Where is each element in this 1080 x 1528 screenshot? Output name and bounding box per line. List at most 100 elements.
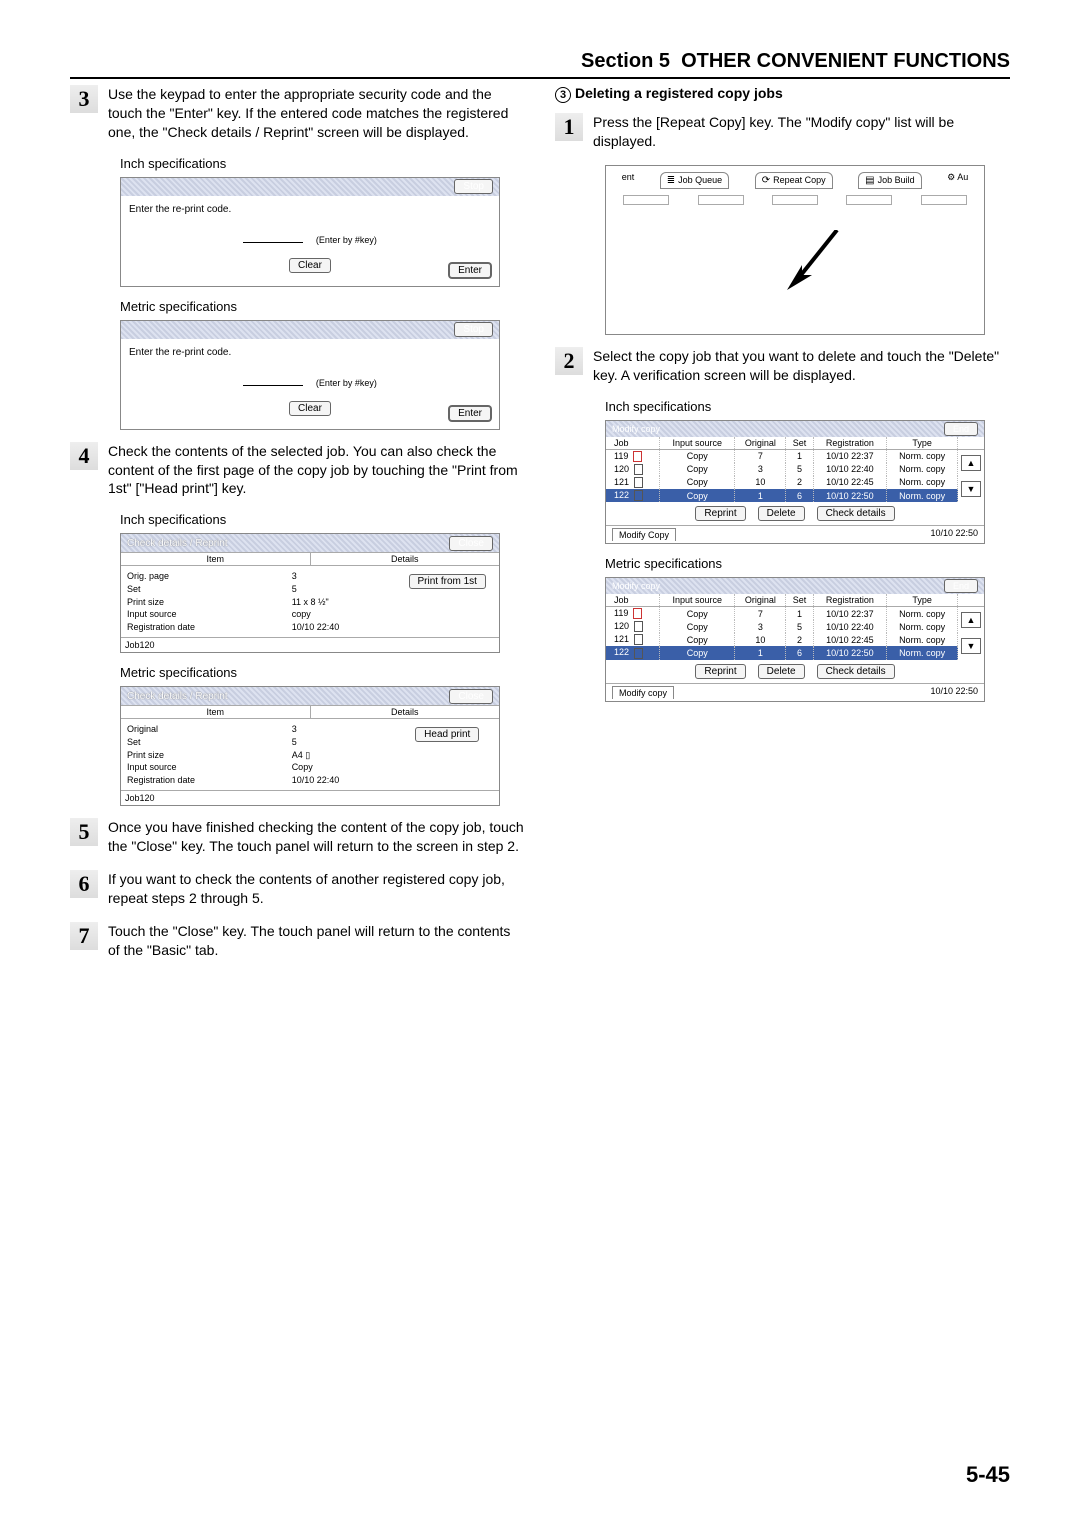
job-table: JobInput source OriginalSet Registration… <box>606 437 984 503</box>
footer-timestamp: 10/10 22:50 <box>930 686 978 699</box>
gear-icon: ⚙ <box>947 172 955 182</box>
tab-job-queue[interactable]: ≣Job Queue <box>660 172 729 189</box>
tabs-panel: ent ≣Job Queue ⟳Repeat Copy ▤Job Build ⚙… <box>605 165 985 335</box>
print-from-1st-button[interactable]: Print from 1st <box>409 574 486 589</box>
section-title: OTHER CONVENIENT FUNCTIONS <box>681 50 1010 72</box>
col-details: Details <box>311 706 500 718</box>
footer-tab[interactable]: Modify Copy <box>612 528 676 541</box>
metric-spec-label: Metric specifications <box>120 299 525 314</box>
details-title: Check details / Reprint <box>127 691 228 702</box>
step-5-text: Once you have finished checking the cont… <box>108 818 525 856</box>
step-number-5: 5 <box>70 818 98 846</box>
step-number-2: 2 <box>555 347 583 375</box>
doc-icon <box>634 634 643 645</box>
job-table: JobInput source OriginalSet Registration… <box>606 594 984 660</box>
detail-items: Original Set Print size Input source Reg… <box>127 723 292 786</box>
table-row-selected[interactable]: 122 Copy1 610/10 22:50 Norm. copy <box>606 646 984 659</box>
tab-fragment-right: ⚙ Au <box>947 172 968 189</box>
stop-button[interactable]: Stop <box>454 179 493 194</box>
enter-button[interactable]: Enter <box>449 263 491 278</box>
left-column: 3 Use the keypad to enter the appropriat… <box>70 85 525 974</box>
table-row[interactable]: 121 Copy10 210/10 22:45 Norm. copy ▼ <box>606 633 984 646</box>
modify-copy-title: Modify copy <box>612 581 660 591</box>
doc-icon <box>634 621 643 632</box>
scroll-up-button[interactable]: ▲ <box>961 612 981 628</box>
details-title: Check details / Reprint <box>127 538 228 549</box>
slot <box>623 195 669 205</box>
modify-copy-panel-inch: Modify copy End JobInput source Original… <box>605 420 985 545</box>
reprint-button[interactable]: Reprint <box>695 506 745 521</box>
scroll-down-button[interactable]: ▼ <box>961 481 981 497</box>
step-1-text: Press the [Repeat Copy] key. The "Modify… <box>593 113 1010 151</box>
slot <box>921 195 967 205</box>
doc-icon <box>634 464 643 475</box>
slot <box>772 195 818 205</box>
repeat-icon: ⟳ <box>762 175 770 186</box>
step-6-text: If you want to check the contents of ano… <box>108 870 525 908</box>
scroll-up-button[interactable]: ▲ <box>961 455 981 471</box>
code-input[interactable] <box>243 385 303 386</box>
stack-icon: ▤ <box>865 175 874 186</box>
table-row-selected[interactable]: 122 Copy1 610/10 22:50 Norm. copy <box>606 489 984 502</box>
enter-by-hint: (Enter by #key) <box>316 378 377 388</box>
clear-button[interactable]: Clear <box>289 258 331 273</box>
head-print-button[interactable]: Head print <box>415 727 479 742</box>
delete-button[interactable]: Delete <box>758 506 805 521</box>
metric-spec-label: Metric specifications <box>605 556 1010 571</box>
tab-job-build[interactable]: ▤Job Build <box>858 172 921 189</box>
clear-button[interactable]: Clear <box>289 401 331 416</box>
table-row[interactable]: 120 Copy3 510/10 22:40 Norm. copy <box>606 463 984 476</box>
slot <box>698 195 744 205</box>
inch-spec-label: Inch specifications <box>120 512 525 527</box>
enter-by-hint: (Enter by #key) <box>316 235 377 245</box>
delete-button[interactable]: Delete <box>758 664 805 679</box>
code-input[interactable] <box>243 242 303 243</box>
step-3-text: Use the keypad to enter the appropriate … <box>108 85 525 142</box>
circled-number-icon: 3 <box>555 87 571 103</box>
table-row[interactable]: 121 Copy10 210/10 22:45 Norm. copy ▼ <box>606 476 984 489</box>
reprint-panel-inch: Stop Enter the re-print code. (Enter by … <box>120 177 500 287</box>
doc-icon <box>633 608 642 619</box>
table-row[interactable]: 119 Copy7 110/10 22:37 Norm. copy ▲ <box>606 607 984 621</box>
table-row[interactable]: 120 Copy3 510/10 22:40 Norm. copy <box>606 620 984 633</box>
stop-button[interactable]: Stop <box>454 322 493 337</box>
close-button[interactable]: Close <box>449 689 493 704</box>
close-button[interactable]: Close <box>449 536 493 551</box>
step-2-text: Select the copy job that you want to del… <box>593 347 1010 385</box>
step-4-text: Check the contents of the selected job. … <box>108 442 525 499</box>
end-button[interactable]: End <box>944 422 978 436</box>
modify-copy-title: Modify copy <box>612 424 660 434</box>
step-7-text: Touch the "Close" key. The touch panel w… <box>108 922 525 960</box>
col-details: Details <box>311 553 500 565</box>
step-number-7: 7 <box>70 922 98 950</box>
footer-tab[interactable]: Modify copy <box>612 686 674 699</box>
list-icon: ≣ <box>667 175 675 186</box>
reprint-button[interactable]: Reprint <box>695 664 745 679</box>
subsection-heading: 3Deleting a registered copy jobs <box>555 85 1010 103</box>
detail-items: Orig. page Set Print size Input source R… <box>127 570 292 633</box>
metric-spec-label: Metric specifications <box>120 665 525 680</box>
page-header: Section 5 OTHER CONVENIENT FUNCTIONS <box>70 50 1010 79</box>
detail-values: 3 5 A4 ▯ Copy 10/10 22:40 <box>292 723 402 786</box>
step-number-1: 1 <box>555 113 583 141</box>
scroll-down-button[interactable]: ▼ <box>961 638 981 654</box>
detail-values: 3 5 11 x 8 ½" copy 10/10 22:40 <box>292 570 402 633</box>
step-number-6: 6 <box>70 870 98 898</box>
page-number: 5-45 <box>966 1462 1010 1488</box>
end-button[interactable]: End <box>944 579 978 593</box>
check-details-button[interactable]: Check details <box>817 664 895 679</box>
inch-spec-label: Inch specifications <box>605 399 1010 414</box>
step-number-3: 3 <box>70 85 98 113</box>
col-item: Item <box>121 706 311 718</box>
check-details-button[interactable]: Check details <box>817 506 895 521</box>
tab-fragment-left: ent <box>622 172 635 189</box>
reprint-prompt: Enter the re-print code. <box>129 347 491 358</box>
modify-copy-panel-metric: Modify copy End JobInput source Original… <box>605 577 985 702</box>
table-row[interactable]: 119 Copy7 110/10 22:37 Norm. copy ▲ <box>606 449 984 463</box>
tab-repeat-copy[interactable]: ⟳Repeat Copy <box>755 172 833 189</box>
footer-timestamp: 10/10 22:50 <box>930 528 978 541</box>
reprint-panel-metric: Stop Enter the re-print code. (Enter by … <box>120 320 500 430</box>
job-footer: Job120 <box>121 637 499 652</box>
col-item: Item <box>121 553 311 565</box>
enter-button[interactable]: Enter <box>449 406 491 421</box>
